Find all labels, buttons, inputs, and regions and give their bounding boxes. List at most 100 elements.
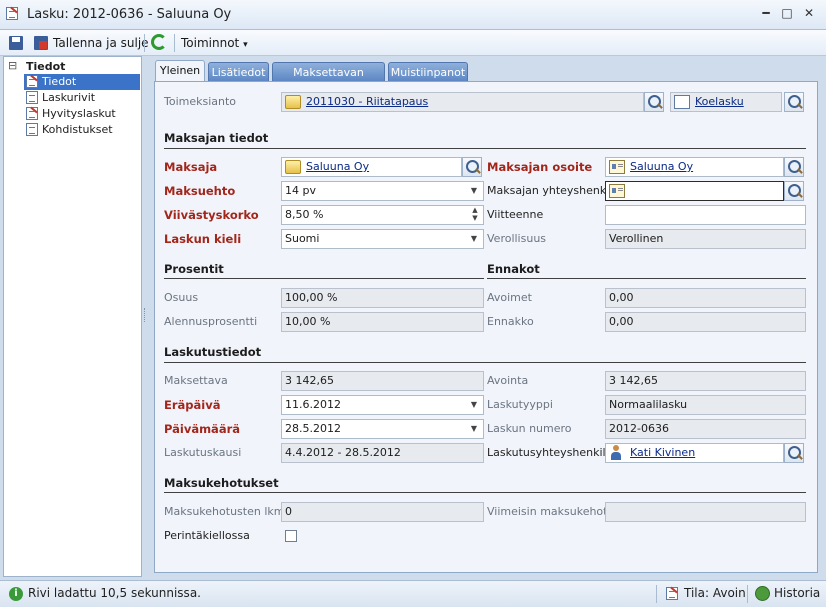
- tree-root-tiedot[interactable]: Tiedot: [26, 59, 65, 75]
- section-title-percent: Prosentit: [164, 262, 224, 276]
- laskun-numero-field: 2012-0636: [605, 419, 806, 439]
- maksuehto-select[interactable]: 14 pv ▼: [281, 181, 484, 201]
- invoice-icon: [26, 75, 38, 88]
- maksukehotusten-lkm-label: Maksukehotusten lkm: [164, 505, 285, 518]
- tree-item-hyvityslaskut[interactable]: Hyvityslaskut: [24, 106, 140, 122]
- toolbar: Tallenna ja sulje Toiminnot ▾: [0, 30, 826, 56]
- maksaja-link[interactable]: Saluuna Oy: [306, 160, 369, 173]
- alennusprosentti-field: 10,00 %: [281, 312, 484, 332]
- collapse-icon[interactable]: ⊟: [8, 59, 17, 72]
- status-bar: i Rivi ladattu 10,5 sekunnissa. Tila: Av…: [0, 580, 826, 607]
- avointa-field: 3 142,65: [605, 371, 806, 391]
- chevron-down-icon[interactable]: ▼: [467, 420, 481, 438]
- actions-label: Toiminnot: [181, 36, 240, 50]
- section-title-advance: Ennakot: [487, 262, 540, 276]
- maksuehto-value: 14 pv: [285, 184, 316, 197]
- section-divider: [164, 278, 484, 279]
- search-icon[interactable]: [644, 92, 664, 112]
- toimeksianto-link[interactable]: 2011030 - Riitatapaus: [306, 95, 428, 108]
- close-button[interactable]: ✕: [801, 6, 817, 22]
- chevron-down-icon[interactable]: ▼: [467, 396, 481, 414]
- tree-item-label: Laskurivit: [42, 91, 96, 104]
- laskun-numero-label: Laskun numero: [487, 422, 572, 435]
- viivastyskorko-stepper[interactable]: 8,50 % ▲ ▼: [281, 205, 484, 225]
- tab-maksettavan-erittely[interactable]: Maksettavan erittely: [272, 62, 385, 98]
- toimeksianto-label: Toimeksianto: [164, 95, 237, 108]
- perintakiellossa-checkbox[interactable]: [285, 530, 297, 542]
- save-close-button[interactable]: Tallenna ja sulje: [53, 33, 149, 53]
- chevron-down-icon[interactable]: ▼: [467, 182, 481, 200]
- document-icon: [26, 91, 38, 104]
- section-title-reminders: Maksukehotukset: [164, 476, 279, 490]
- history-icon[interactable]: [755, 586, 770, 601]
- window-title: Lasku: 2012-0636 - Saluuna Oy: [27, 7, 232, 22]
- erapaiva-date-picker[interactable]: 11.6.2012 ▼: [281, 395, 484, 415]
- maksajan-osoite-link[interactable]: Saluuna Oy: [630, 160, 693, 173]
- chevron-down-icon[interactable]: ▼: [467, 230, 481, 248]
- tab-lisatiedot[interactable]: Lisätiedot: [208, 62, 269, 81]
- status-separator: [747, 585, 748, 603]
- status-message: Rivi ladattu 10,5 sekunnissa.: [28, 586, 201, 600]
- verollisuus-field: Verollinen: [605, 229, 806, 249]
- maksajan-yhteyshenkilo-field[interactable]: [605, 181, 784, 201]
- contact-card-icon: [609, 184, 625, 198]
- save-close-icon[interactable]: [34, 36, 48, 50]
- minimize-button[interactable]: ━: [758, 6, 774, 22]
- tab-muistiinpanot[interactable]: Muistiinpanot: [388, 62, 468, 81]
- tree-item-laskurivit[interactable]: Laskurivit: [24, 90, 140, 106]
- save-icon[interactable]: [9, 36, 23, 50]
- viitteenne-label: Viitteenne: [487, 208, 544, 221]
- laskutusyhteyshenkilo-link[interactable]: Kati Kivinen: [630, 446, 695, 459]
- laskutuskausi-field: 4.4.2012 - 28.5.2012: [281, 443, 484, 463]
- actions-menu-button[interactable]: Toiminnot ▾: [181, 33, 248, 53]
- viitteenne-input[interactable]: [605, 205, 806, 225]
- alennusprosentti-label: Alennusprosentti: [164, 315, 258, 328]
- laskutyyppi-label: Laskutyyppi: [487, 398, 553, 411]
- maksaja-field[interactable]: Saluuna Oy: [281, 157, 462, 177]
- section-title-payer: Maksajan tiedot: [164, 131, 269, 145]
- maximize-button[interactable]: □: [779, 6, 795, 22]
- search-icon[interactable]: [784, 157, 804, 177]
- laskutusyhteyshenkilo-field[interactable]: Kati Kivinen: [605, 443, 784, 463]
- maksettava-label: Maksettava: [164, 374, 228, 387]
- avoimet-label: Avoimet: [487, 291, 532, 304]
- search-icon[interactable]: [784, 443, 804, 463]
- spinner-arrows-icon[interactable]: ▲ ▼: [469, 206, 481, 224]
- ennakko-label: Ennakko: [487, 315, 534, 328]
- erapaiva-value: 11.6.2012: [285, 398, 341, 411]
- search-icon[interactable]: [784, 181, 804, 201]
- maksukehotusten-lkm-field: 0: [281, 502, 484, 522]
- toolbar-separator: [174, 34, 175, 52]
- section-divider: [164, 362, 806, 363]
- chevron-down-icon: ▾: [243, 40, 248, 50]
- toolbar-separator: [144, 34, 145, 52]
- search-icon[interactable]: [462, 157, 482, 177]
- status-state[interactable]: Tila: Avoin: [684, 586, 746, 600]
- section-divider: [164, 148, 806, 149]
- history-button[interactable]: Historia: [774, 586, 820, 600]
- osuus-field: 100,00 %: [281, 288, 484, 308]
- toimeksianto-field[interactable]: 2011030 - Riitatapaus: [281, 92, 644, 112]
- credit-invoice-icon: [26, 107, 38, 120]
- verollisuus-label: Verollisuus: [487, 232, 547, 245]
- maksajan-osoite-field[interactable]: Saluuna Oy: [605, 157, 784, 177]
- invoice-status-icon: [666, 587, 678, 600]
- address-card-icon: [609, 160, 625, 174]
- paivamaara-date-picker[interactable]: 28.5.2012 ▼: [281, 419, 484, 439]
- refresh-icon[interactable]: [151, 34, 167, 50]
- navigation-tree: ⊟ Tiedot Tiedot Laskurivit Hyvityslaskut…: [3, 56, 142, 577]
- tab-yleinen[interactable]: Yleinen: [155, 60, 205, 82]
- koelasku-link[interactable]: Koelasku: [695, 95, 744, 108]
- folder-icon: [285, 95, 301, 109]
- maksaja-label: Maksaja: [164, 160, 218, 174]
- tree-item-kohdistukset[interactable]: Kohdistukset: [24, 122, 140, 138]
- info-icon: i: [9, 587, 23, 601]
- laskun-kieli-label: Laskun kieli: [164, 232, 242, 246]
- erapaiva-label: Eräpäivä: [164, 398, 221, 412]
- search-icon[interactable]: [784, 92, 804, 112]
- laskutusyhteyshenkilo-label: Laskutusyhteyshenkilö: [487, 446, 613, 459]
- laskun-kieli-value: Suomi: [285, 232, 320, 245]
- ennakko-field: 0,00: [605, 312, 806, 332]
- laskun-kieli-select[interactable]: Suomi ▼: [281, 229, 484, 249]
- tree-item-tiedot[interactable]: Tiedot: [24, 74, 140, 90]
